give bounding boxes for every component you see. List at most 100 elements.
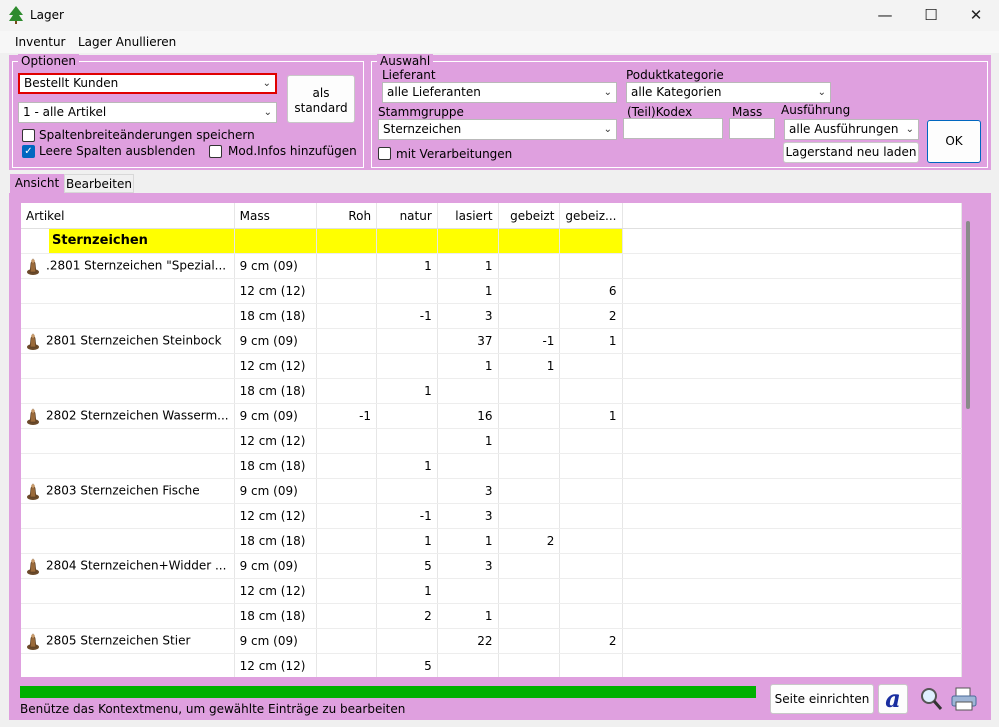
article-filter-select[interactable]: 1 - alle Artikel ⌄ [18, 102, 277, 123]
maximize-icon[interactable]: ☐ [908, 0, 954, 30]
table-row[interactable]: 18 cm (18) -1 3 2 [21, 303, 962, 329]
cell-gebeizt [498, 628, 561, 654]
filler-cell [622, 478, 962, 504]
als-standard-button[interactable]: als standard [287, 75, 355, 123]
table-row[interactable]: 2802 Sternzeichen Wasserm... 9 cm (09) -1 1… [21, 403, 962, 429]
column-header-artikel[interactable]: Artikel [21, 203, 235, 229]
ausfuehrung-select[interactable]: alle Ausführungen ⌄ [784, 119, 919, 140]
column-header-roh[interactable]: Roh [316, 203, 378, 229]
group-row[interactable]: Sternzeichen [21, 228, 962, 254]
article-filter-value: 1 - alle Artikel [23, 105, 107, 119]
cell-gebeizt [498, 278, 561, 304]
kategorie-select[interactable]: alle Kategorien ⌄ [626, 82, 831, 103]
cell-gebeizt [498, 603, 561, 629]
cell-natur: -1 [376, 503, 438, 529]
figurine-thumbnail-icon [26, 632, 40, 650]
table-row[interactable]: 18 cm (18) 2 1 [21, 603, 962, 629]
table-row[interactable]: 2804 Sternzeichen+Widder ... 9 cm (09) 5 3 [21, 553, 962, 579]
chevron-down-icon: ⌄ [817, 87, 826, 98]
group-cell [376, 228, 438, 254]
order-type-select[interactable]: Bestellt Kunden ⌄ [18, 73, 277, 94]
filler-cell [622, 278, 962, 304]
table-row[interactable]: 18 cm (18) 1 [21, 378, 962, 404]
cell-artikel: .2801 Sternzeichen "Spezial... [21, 253, 235, 279]
table-row[interactable]: 2803 Sternzeichen Fische 9 cm (09) 3 [21, 478, 962, 504]
stammgruppe-select[interactable]: Sternzeichen ⌄ [378, 119, 617, 140]
cell-roh [316, 453, 378, 479]
vertical-scrollbar[interactable] [966, 221, 970, 409]
tab-ansicht[interactable]: Ansicht [10, 174, 64, 193]
column-header-natur[interactable]: natur [376, 203, 438, 229]
search-icon[interactable] [918, 686, 944, 712]
filler-cell [622, 228, 962, 254]
group-cell [559, 228, 623, 254]
minimize-icon[interactable]: — [862, 0, 908, 30]
title-bar[interactable] [0, 0, 999, 31]
stammgruppe-label: Stammgruppe [378, 105, 464, 119]
mass-input[interactable] [729, 118, 775, 139]
cell-gebeiz2 [559, 378, 623, 404]
filler-cell [622, 578, 962, 604]
stammgruppe-value: Sternzeichen [383, 122, 462, 136]
print-icon[interactable] [950, 686, 978, 712]
table-row[interactable]: 12 cm (12) 1 [21, 578, 962, 604]
table-row[interactable]: 18 cm (18) 1 [21, 453, 962, 479]
column-header-mass[interactable]: Mass [234, 203, 317, 229]
mod-infos-checkbox[interactable] [209, 145, 222, 158]
cell-gebeiz2: 6 [559, 278, 623, 304]
close-icon[interactable]: ✕ [953, 0, 999, 30]
cell-lasiert: 3 [437, 553, 499, 579]
table-row[interactable]: 12 cm (12) 1 [21, 428, 962, 454]
figurine-thumbnail-icon [26, 332, 40, 350]
cell-roh [316, 278, 378, 304]
cell-roh [316, 628, 378, 654]
table-row[interactable]: 12 cm (12) 1 1 [21, 353, 962, 379]
table-row[interactable]: 2805 Sternzeichen Stier 9 cm (09) 22 2 [21, 628, 962, 654]
ok-button[interactable]: OK [927, 120, 981, 163]
table-row[interactable]: 12 cm (12) -1 3 [21, 503, 962, 529]
seite-einrichten-button[interactable]: Seite einrichten [770, 684, 874, 714]
auswahl-label: Auswahl [377, 54, 434, 68]
cell-natur: 1 [376, 453, 438, 479]
verarbeitungen-checkbox[interactable] [378, 147, 391, 160]
kodex-label: (Teil)Kodex [627, 105, 693, 119]
table-row[interactable]: 2801 Sternzeichen Steinbock 9 cm (09) 37 -1… [21, 328, 962, 354]
table-row[interactable]: 12 cm (12) 5 [21, 653, 962, 677]
table-row[interactable]: .2801 Sternzeichen "Spezial... 9 cm (09) 1… [21, 253, 962, 279]
cell-roh [316, 428, 378, 454]
filler-cell [622, 253, 962, 279]
table-row[interactable]: 12 cm (12) 1 6 [21, 278, 962, 304]
artikel-name: 2803 Sternzeichen Fische [46, 483, 200, 498]
cell-artikel [21, 428, 235, 454]
kodex-input[interactable] [623, 118, 723, 139]
cell-artikel [21, 303, 235, 329]
cell-roh [316, 378, 378, 404]
cell-artikel [21, 278, 235, 304]
cell-lasiert: 3 [437, 303, 499, 329]
tab-bearbeiten[interactable]: Bearbeiten [64, 174, 134, 193]
cell-gebeiz2 [559, 653, 623, 677]
chevron-down-icon: ⌄ [603, 87, 612, 98]
column-header-gebeiz2[interactable]: gebeiz... [559, 203, 623, 229]
stock-grid[interactable]: Artikel Mass Roh natur lasiert gebeizt g… [21, 203, 962, 677]
cell-lasiert: 1 [437, 528, 499, 554]
hide-empty-columns-checkbox[interactable]: ✓ [22, 145, 35, 158]
group-cell [316, 228, 378, 254]
menu-inventur[interactable]: Inventur [15, 35, 65, 49]
cell-lasiert [437, 653, 499, 677]
lieferant-select[interactable]: alle Lieferanten ⌄ [382, 82, 617, 103]
table-row[interactable]: 18 cm (18) 1 1 2 [21, 528, 962, 554]
cell-lasiert: 16 [437, 403, 499, 429]
artikel-name: 2801 Sternzeichen Steinbock [46, 333, 222, 348]
menu-lager-anullieren[interactable]: Lager Anullieren [78, 35, 176, 49]
column-header-gebeizt[interactable]: gebeizt [498, 203, 561, 229]
artikel-name: 2802 Sternzeichen Wasserm... [46, 408, 229, 423]
font-icon[interactable]: a [878, 684, 908, 714]
lagerstand-reload-button[interactable]: Lagerstand neu laden [783, 142, 919, 163]
filler-cell [622, 403, 962, 429]
cell-lasiert [437, 378, 499, 404]
save-column-width-checkbox[interactable] [22, 129, 35, 142]
column-header-lasiert[interactable]: lasiert [437, 203, 499, 229]
cell-gebeizt [498, 428, 561, 454]
cell-gebeizt [498, 578, 561, 604]
